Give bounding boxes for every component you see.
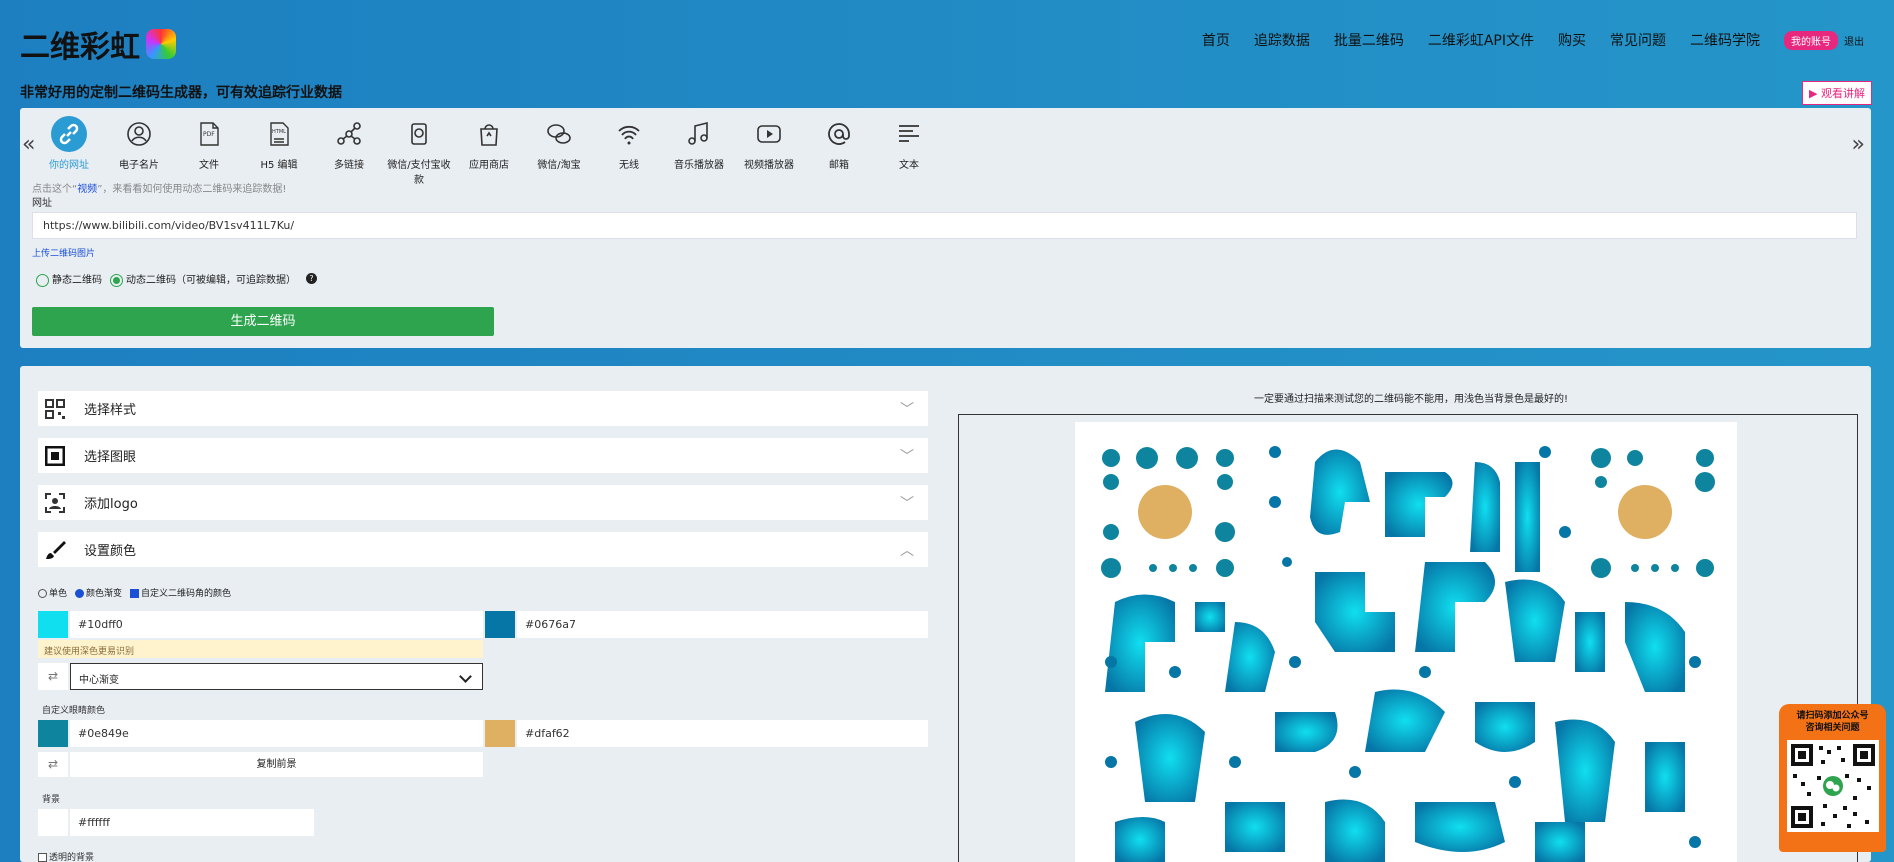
type-wechat-taobao[interactable]: 微信/淘宝 [524,116,594,186]
type-multi-link[interactable]: 多链接 [314,116,384,186]
top-nav: 首页 追踪数据 批量二维码 二维彩虹API文件 购买 常见问题 二维码学院 我的… [1202,30,1864,50]
text-icon [891,116,927,152]
url-label: 网址 [32,198,52,209]
settings-panel: 选择样式 ﹀ 选择图眼 ﹀ 添加logo ﹀ 设置颜色 ︿ 单色 颜色渐变 自定义二维码… [20,366,1871,862]
color-mode-row: 单色 颜色渐变 自定义二维码角的颜色 [38,586,231,599]
video-icon [751,116,787,152]
follow-text-2: 咨询相关问题 [1805,723,1860,733]
wifi-icon [611,116,647,152]
chevron-up-icon: ︿ [900,542,914,559]
follow-text-1: 请扫码添加公众号 [1796,711,1869,721]
watch-tutorial-button[interactable]: ▶ 观看讲解 [1802,81,1872,105]
bear-icon [146,29,176,59]
chevron-down-icon: ﹀ [900,448,914,465]
swap-icon[interactable]: ⇄ [38,663,68,690]
background-label: 背景 [42,795,61,805]
eye1-swatch[interactable] [38,720,68,747]
accordion-eye[interactable]: 选择图眼 ﹀ [38,438,928,473]
wechat-follow-widget[interactable]: 请扫码添加公众号 咨询相关问题 [1779,704,1886,852]
chevron-down-icon: ﹀ [900,401,914,418]
gradient-type-select[interactable]: 中心渐变 [70,663,483,690]
chevron-down-icon: ﹀ [900,495,914,512]
music-icon [681,116,717,152]
eye1-input[interactable]: #0e849e [70,720,483,747]
qr-preview [1075,422,1737,862]
link-icon [51,116,87,152]
type-html[interactable]: HTML H5 编辑 [244,116,314,186]
wechat-taobao-icon [541,116,577,152]
type-music[interactable]: 音乐播放器 [664,116,734,186]
hint-text: 点击这个“视频”，来看看如何使用动态二维码来追踪数据! [32,184,287,195]
account-button[interactable]: 我的账号 [1784,30,1838,50]
dynamic-radio[interactable]: 动态二维码（可被编辑，可追踪数据） [110,271,296,287]
generate-button[interactable]: 生成二维码 [32,307,494,336]
logo[interactable]: 二维彩虹 [20,22,176,66]
color-warning: 建议使用深色更易识别 [38,640,483,658]
fg2-input[interactable]: #0676a7 [517,611,928,638]
bg-input[interactable]: #ffffff [70,809,314,836]
fg1-swatch[interactable] [38,611,68,638]
nav-buy[interactable]: 购买 [1558,30,1586,50]
type-list: 你的网址 电子名片 PDF 文件 HTML H5 编辑 多链接 微信/支付宝收款 应用商店 微信/… [34,116,944,186]
payment-icon [401,116,437,152]
single-color-radio[interactable]: 单色 [38,586,67,599]
type-text[interactable]: 文本 [874,116,944,186]
wechat-qr-image [1786,740,1879,832]
contact-icon [121,116,157,152]
url-input[interactable]: https://www.bilibili.com/video/BV1sv411L… [32,212,1857,239]
eye2-swatch[interactable] [485,720,515,747]
type-link[interactable]: 你的网址 [34,116,104,186]
bg-swatch[interactable] [38,809,68,836]
type-wifi[interactable]: 无线 [594,116,664,186]
fg2-swatch[interactable] [485,611,515,638]
transparent-checkbox[interactable]: 透明的背景 [38,850,94,862]
logo-person-icon [38,485,72,520]
qr-type-panel: « » 你的网址 电子名片 PDF 文件 HTML H5 编辑 多链接 微信/支付宝收款 应用商… [20,108,1871,348]
html-icon: HTML [261,116,297,152]
swap-icon[interactable]: ⇄ [38,752,68,777]
brush-icon [38,532,72,567]
fg1-input[interactable]: #10dff0 [70,611,483,638]
eye-frame-icon [38,438,72,473]
accordion-color[interactable]: 设置颜色 ︿ [38,532,928,567]
nav-home[interactable]: 首页 [1202,30,1230,50]
gradient-radio[interactable]: 颜色渐变 [75,586,122,599]
type-app-store[interactable]: 应用商店 [454,116,524,186]
nav-batch[interactable]: 批量二维码 [1334,30,1404,50]
scroll-right-icon[interactable]: » [1852,132,1865,157]
hint-video-link[interactable]: 视频 [77,184,97,195]
qr-style-icon [38,391,72,426]
custom-eye-checkbox[interactable]: 自定义二维码角的颜色 [130,586,231,599]
accordion-logo[interactable]: 添加logo ﹀ [38,485,928,520]
logout-link[interactable]: 退出 [1844,33,1864,48]
nav-tracking[interactable]: 追踪数据 [1254,30,1310,50]
type-email[interactable]: 邮箱 [804,116,874,186]
svg-text:PDF: PDF [203,131,215,138]
nav-faq[interactable]: 常见问题 [1610,30,1666,50]
pdf-icon: PDF [191,116,227,152]
type-pdf[interactable]: PDF 文件 [174,116,244,186]
nav-api[interactable]: 二维彩虹API文件 [1428,30,1534,50]
type-payment[interactable]: 微信/支付宝收款 [384,116,454,186]
tagline: 非常好用的定制二维码生成器，可有效追踪行业数据 [20,85,342,101]
svg-text:HTML: HTML [272,129,286,135]
copy-foreground-button[interactable]: 复制前景 [70,752,483,777]
help-icon[interactable]: ? [306,273,317,285]
accordion-style[interactable]: 选择样式 ﹀ [38,391,928,426]
type-contact[interactable]: 电子名片 [104,116,174,186]
qr-mode-radios: 静态二维码 动态二维码（可被编辑，可追踪数据） ? [36,271,317,287]
email-icon [821,116,857,152]
upload-qr-link[interactable]: 上传二维码图片 [32,246,95,259]
app-store-icon [471,116,507,152]
type-video[interactable]: 视频播放器 [734,116,804,186]
eye-color-label: 自定义眼睛颜色 [42,706,106,716]
static-radio[interactable]: 静态二维码 [36,271,102,287]
eye2-input[interactable]: #dfaf62 [517,720,928,747]
scan-note: 一定要通过扫描来测试您的二维码能不能用，用浅色当背景色是最好的! [1254,394,1569,405]
qr-preview-frame [958,414,1858,862]
nav-academy[interactable]: 二维码学院 [1690,30,1760,50]
multi-link-icon [331,116,367,152]
